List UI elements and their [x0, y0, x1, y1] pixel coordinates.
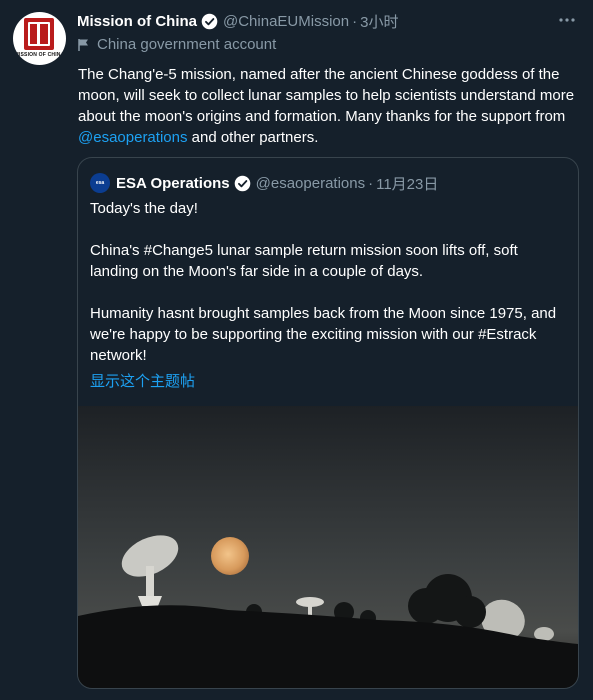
quoted-tweet-text: Today's the day! China's #Change5 lunar …	[90, 198, 570, 366]
show-thread-link[interactable]: 显示这个主题帖	[90, 370, 195, 391]
mention-link[interactable]: @esaoperations	[78, 129, 187, 146]
account-label-text: China government account	[97, 36, 277, 53]
tweet[interactable]: MISSION OF CHINA Mission of China @China…	[0, 0, 593, 700]
quoted-display-name[interactable]: ESA Operations	[116, 175, 230, 192]
quoted-tweet[interactable]: esa ESA Operations @esaoperations · 11月2…	[77, 157, 579, 689]
tweet-text-part2: and other partners.	[187, 129, 319, 146]
verified-badge-icon	[234, 175, 250, 191]
flag-icon	[78, 38, 88, 51]
mission-of-china-logo	[24, 18, 54, 50]
quoted-line: Humanity hasnt brought samples back from…	[90, 305, 557, 364]
display-name[interactable]: Mission of China	[77, 13, 197, 30]
moon	[211, 537, 249, 575]
tweet-header: Mission of China @ChinaEUMission · 3小时	[77, 10, 398, 32]
handle[interactable]: @ChinaEUMission	[223, 13, 349, 30]
esa-avatar-text: esa	[95, 180, 105, 186]
separator-dot: ·	[352, 12, 358, 30]
quoted-line: China's #Change5 lunar sample return mis…	[90, 242, 518, 280]
quoted-handle[interactable]: @esaoperations	[256, 175, 365, 192]
esa-avatar[interactable]: esa	[90, 173, 110, 193]
avatar-logo-text: MISSION OF CHINA	[14, 52, 65, 58]
quoted-timestamp[interactable]: 11月23日	[376, 173, 438, 194]
quoted-line: Today's the day!	[90, 200, 198, 217]
verified-badge-icon	[201, 13, 218, 29]
avatar[interactable]: MISSION OF CHINA	[13, 12, 66, 65]
quoted-tweet-header: esa ESA Operations @esaoperations · 11月2…	[90, 172, 438, 194]
government-account-label: China government account	[78, 36, 276, 53]
timestamp[interactable]: 3小时	[360, 11, 398, 32]
tweet-text: The Chang'e-5 mission, named after the a…	[78, 64, 578, 148]
more-options-icon[interactable]	[557, 10, 577, 30]
tweet-text-part1: The Chang'e-5 mission, named after the a…	[78, 66, 575, 125]
separator-dot: ·	[368, 174, 374, 192]
quoted-tweet-photo[interactable]	[78, 406, 578, 688]
